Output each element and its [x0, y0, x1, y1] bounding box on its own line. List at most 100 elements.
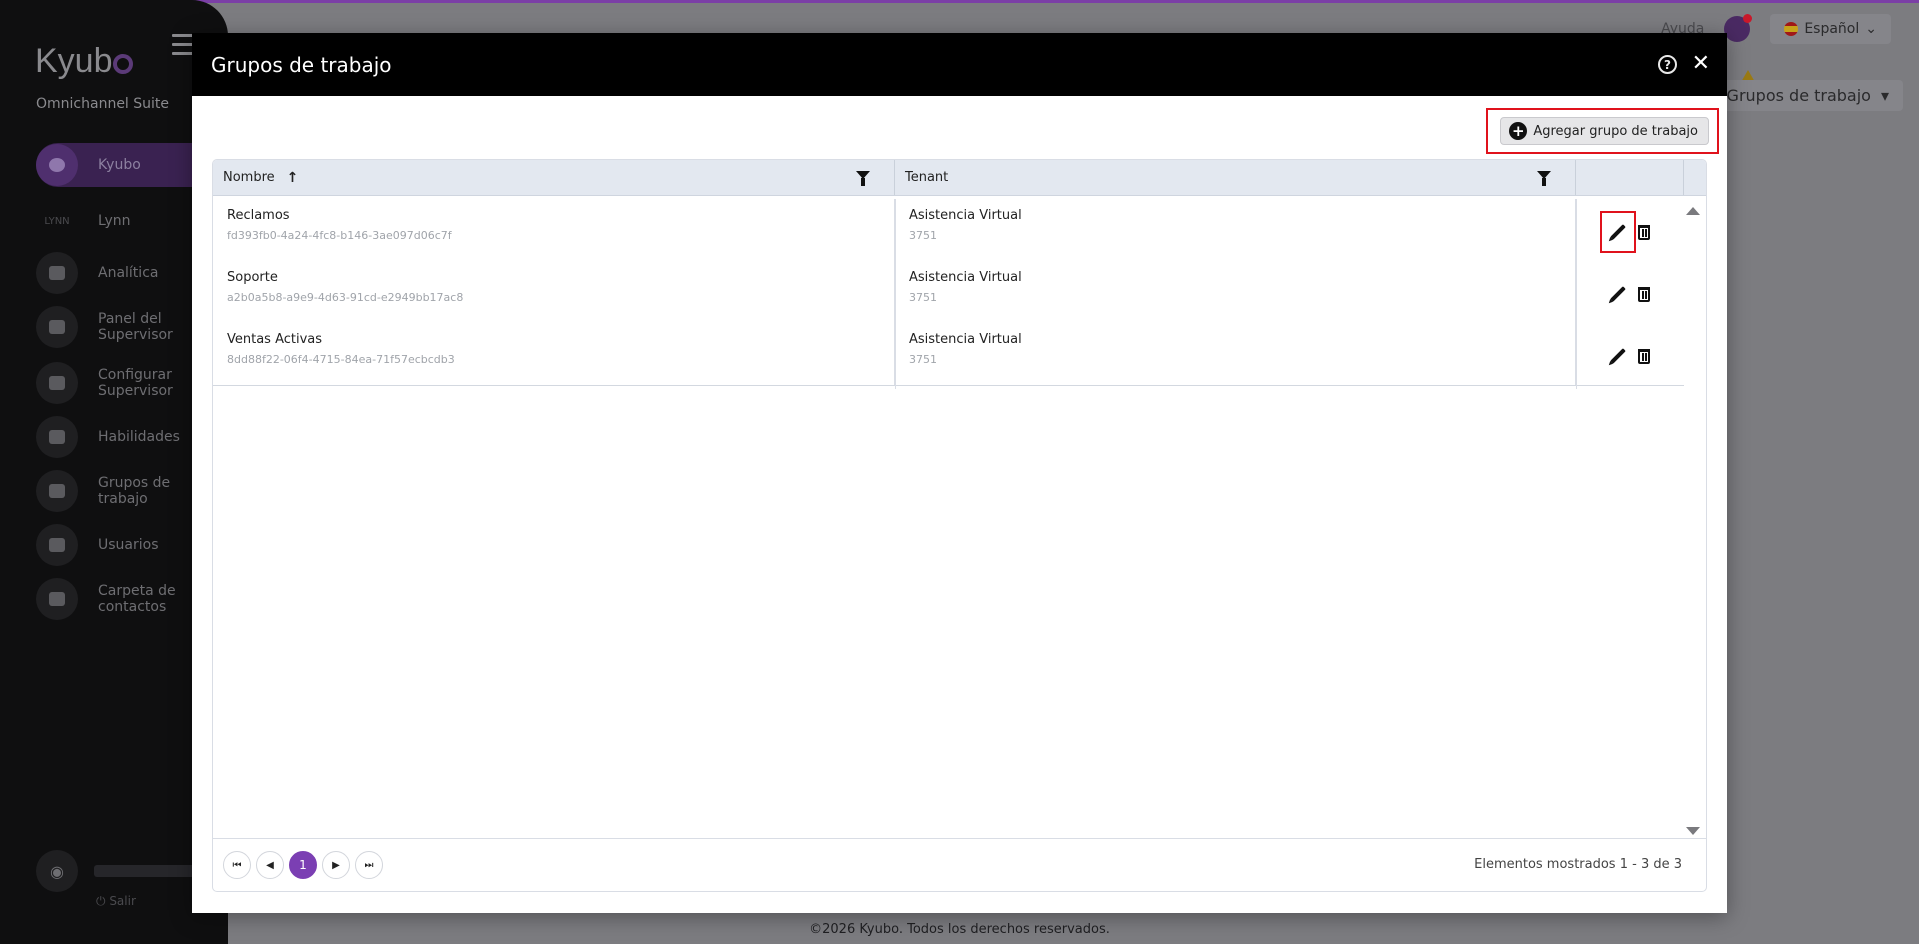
last-page-button[interactable]: ⏭: [355, 851, 383, 879]
modal-title: Grupos de trabajo: [211, 52, 392, 77]
pencil-icon: [1610, 348, 1626, 364]
kyubo-logo: Kyub: [35, 42, 133, 81]
current-page-button[interactable]: 1: [289, 851, 317, 879]
top-accent-bar: [0, 0, 1919, 3]
workgroup-id: 8dd88f22-06f4-4715-84ea-71f57ecbcdb3: [227, 353, 455, 366]
tenant-cell: Asistencia Virtual 3751: [895, 199, 1576, 261]
sidebar-item-label: Carpeta de contactos: [98, 583, 176, 615]
trash-icon[interactable]: [1638, 287, 1650, 302]
logout-link[interactable]: ⏻ Salir: [96, 894, 136, 909]
breadcrumb-label: Grupos de trabajo: [1726, 86, 1871, 105]
previous-page-button[interactable]: ◀: [256, 851, 284, 879]
footer-copyright: ©2026 Kyubo. Todos los derechos reservad…: [809, 922, 1110, 937]
table-row[interactable]: Soporte a2b0a5b8-a9e9-4d63-91cd-e2949bb1…: [213, 261, 1684, 323]
edit-button[interactable]: [1600, 273, 1636, 315]
grid-rows: Reclamos fd393fb0-4a24-4fc8-b146-3ae097d…: [213, 199, 1684, 386]
tenant-id: 3751: [909, 353, 937, 366]
workgroups-grid: Nombre ↑ Tenant Reclamos fd393fb0-4a24-4…: [212, 159, 1707, 892]
tenant-id: 3751: [909, 291, 937, 304]
language-label: Español: [1804, 21, 1860, 37]
tenant-cell: Asistencia Virtual 3751: [895, 323, 1576, 385]
sidebar-item-label: Habilidades: [98, 429, 180, 445]
trash-icon[interactable]: [1638, 349, 1650, 364]
workgroup-id: fd393fb0-4a24-4fc8-b146-3ae097d06c7f: [227, 229, 452, 242]
notifications-avatar[interactable]: [1724, 14, 1753, 42]
pagination: ⏮ ◀ 1 ▶ ⏭ Elementos mostrados 1 - 3 de 3: [213, 838, 1706, 891]
tenant-id: 3751: [909, 229, 937, 242]
kyubo-icon: [36, 144, 78, 186]
close-icon[interactable]: ✕: [1692, 50, 1710, 78]
grid-header: Nombre ↑ Tenant: [213, 160, 1706, 196]
trash-icon[interactable]: [1638, 225, 1650, 240]
user-name-blurred: [94, 865, 204, 877]
breadcrumb-dropdown[interactable]: Grupos de trabajo ▾: [1712, 80, 1903, 111]
pencil-icon: [1610, 286, 1626, 302]
user-gear-icon: [36, 362, 78, 404]
filter-icon[interactable]: [856, 171, 870, 186]
notification-dot: [1743, 14, 1753, 23]
camera-icon: ◉: [36, 850, 78, 892]
workgroup-name: Ventas Activas: [227, 332, 323, 347]
plus-circle-icon: +: [1509, 122, 1528, 140]
next-page-button[interactable]: ▶: [322, 851, 350, 879]
edit-button[interactable]: [1600, 211, 1636, 253]
add-workgroup-label: Agregar grupo de trabajo: [1533, 123, 1698, 139]
column-header-scroll-spacer: [1684, 160, 1706, 195]
actions-cell: [1576, 261, 1684, 323]
modal-toolbar: + Agregar grupo de trabajo: [192, 96, 1727, 159]
user-profile[interactable]: ◉: [36, 850, 204, 892]
users-icon: [36, 524, 78, 566]
table-row[interactable]: Reclamos fd393fb0-4a24-4fc8-b146-3ae097d…: [213, 199, 1684, 261]
sidebar-item-label: Grupos de trabajo: [98, 475, 171, 507]
sidebar-item-label: Panel del Supervisor: [98, 311, 173, 343]
logout-label: Salir: [109, 894, 136, 908]
caret-down-icon: ▾: [1880, 86, 1889, 105]
column-header-tenant[interactable]: Tenant: [895, 160, 1576, 195]
column-divider: [895, 199, 896, 389]
suite-label: Omnichannel Suite: [36, 96, 170, 112]
name-cell: Soporte a2b0a5b8-a9e9-4d63-91cd-e2949bb1…: [213, 261, 895, 323]
workgroup-id: a2b0a5b8-a9e9-4d63-91cd-e2949bb17ac8: [227, 291, 464, 304]
modal-header: Grupos de trabajo ? ✕: [192, 33, 1727, 96]
sidebar-item-label: Analítica: [98, 265, 159, 281]
column-tenant-label: Tenant: [905, 170, 949, 185]
chart-icon: [36, 252, 78, 294]
first-page-button[interactable]: ⏮: [223, 851, 251, 879]
sort-ascending-icon[interactable]: ↑: [287, 170, 299, 186]
add-button-highlight: + Agregar grupo de trabajo: [1486, 108, 1719, 154]
sidebar-item-label: Lynn: [98, 213, 131, 229]
gauge-icon: [36, 306, 78, 348]
actions-cell: [1576, 199, 1684, 261]
tenant-name: Asistencia Virtual: [909, 270, 1022, 285]
filter-icon[interactable]: [1537, 171, 1551, 186]
sidebar-item-label: Usuarios: [98, 537, 159, 553]
help-icon[interactable]: ?: [1658, 55, 1677, 74]
lynn-logo: LYNN: [44, 215, 70, 227]
column-header-name[interactable]: Nombre ↑: [213, 160, 895, 195]
tenant-name: Asistencia Virtual: [909, 208, 1022, 223]
tenant-cell: Asistencia Virtual 3751: [895, 261, 1576, 323]
table-row[interactable]: Ventas Activas 8dd88f22-06f4-4715-84ea-7…: [213, 323, 1684, 385]
column-divider: [1576, 199, 1577, 389]
add-workgroup-button[interactable]: + Agregar grupo de trabajo: [1500, 117, 1709, 145]
scroll-down-arrow-icon[interactable]: [1686, 827, 1700, 835]
users-icon: [36, 470, 78, 512]
edit-button[interactable]: [1600, 335, 1636, 377]
language-selector[interactable]: Español ⌄: [1770, 14, 1891, 44]
name-cell: Ventas Activas 8dd88f22-06f4-4715-84ea-7…: [213, 323, 895, 385]
actions-cell: [1576, 323, 1684, 385]
pagination-info: Elementos mostrados 1 - 3 de 3: [1474, 857, 1682, 872]
scroll-up-arrow-icon[interactable]: [1686, 207, 1700, 215]
grid-body: Reclamos fd393fb0-4a24-4fc8-b146-3ae097d…: [213, 199, 1706, 843]
column-header-actions: [1576, 160, 1684, 195]
tenant-name: Asistencia Virtual: [909, 332, 1022, 347]
sidebar-item-label: Kyubo: [98, 157, 141, 173]
workgroup-name: Soporte: [227, 270, 278, 285]
workgroup-name: Reclamos: [227, 208, 290, 223]
folder-icon: [36, 578, 78, 620]
name-cell: Reclamos fd393fb0-4a24-4fc8-b146-3ae097d…: [213, 199, 895, 261]
hamburger-menu-icon[interactable]: [172, 34, 194, 61]
spain-flag-icon: [1784, 22, 1799, 36]
sidebar-item-label: Configurar Supervisor: [98, 367, 173, 399]
column-name-label: Nombre: [223, 170, 275, 185]
